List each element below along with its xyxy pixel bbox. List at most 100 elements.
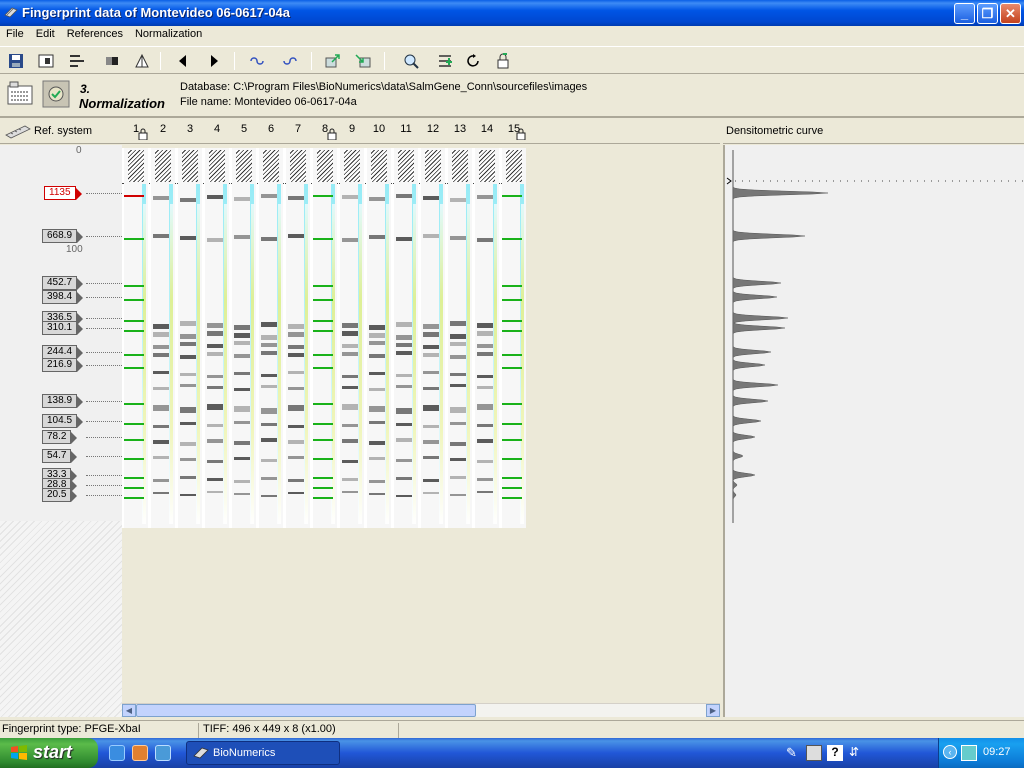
title-bar[interactable]: Fingerprint data of Montevideo 06-0617-0…: [0, 0, 1024, 26]
lane-number-6[interactable]: 6: [261, 123, 281, 135]
sample-band: [153, 332, 169, 337]
redo-link-icon[interactable]: [279, 51, 301, 71]
reference-band: [124, 285, 144, 287]
sample-band: [450, 407, 466, 413]
lane-number-2[interactable]: 2: [153, 123, 173, 135]
sample-band: [288, 332, 304, 337]
ref-marker-tag[interactable]: 668.9: [42, 229, 84, 243]
tray-options-icon[interactable]: ⇵: [849, 745, 865, 761]
gel-area: [122, 145, 720, 703]
menu-references[interactable]: References: [61, 26, 129, 40]
start-button[interactable]: start: [0, 738, 98, 768]
sample-band: [369, 480, 385, 483]
ref-marker-tag[interactable]: 1135: [44, 186, 81, 200]
gel-lane[interactable]: [448, 148, 472, 528]
scroll-right-icon[interactable]: ▶: [706, 704, 720, 717]
reference-lane-lock-icon: [138, 128, 148, 140]
show-desktop-icon[interactable]: [155, 745, 171, 761]
scrollbar-thumb[interactable]: [136, 704, 476, 717]
ref-marker-tag[interactable]: 216.9: [42, 358, 84, 372]
normalization-step-icon[interactable]: [42, 80, 70, 108]
minimize-button[interactable]: _: [954, 3, 975, 24]
tray-help-icon[interactable]: ?: [827, 745, 843, 761]
network-icon[interactable]: [961, 745, 977, 761]
reference-band: [502, 354, 522, 356]
previous-icon[interactable]: [172, 51, 194, 71]
sample-band: [261, 237, 277, 241]
sample-band: [261, 335, 277, 340]
gel-lane[interactable]: [205, 148, 229, 528]
ref-marker-tag[interactable]: 104.5: [42, 414, 84, 428]
sample-band: [207, 491, 223, 493]
gel-lane[interactable]: [502, 148, 526, 528]
save-icon[interactable]: [5, 51, 27, 71]
tray-pen-icon[interactable]: ✎: [786, 745, 802, 761]
zoom-icon[interactable]: [400, 51, 422, 71]
lane-number-3[interactable]: 3: [180, 123, 200, 135]
sample-band: [423, 405, 439, 411]
lane-number-13[interactable]: 13: [450, 123, 470, 135]
restore-button[interactable]: ❐: [977, 3, 998, 24]
ref-marker-tag[interactable]: 20.5: [42, 488, 79, 502]
sample-band: [207, 352, 223, 356]
gel-lane[interactable]: [340, 148, 364, 528]
horizontal-scrollbar[interactable]: ◀ ▶: [122, 703, 720, 717]
ref-marker-tag[interactable]: 310.1: [42, 321, 84, 335]
ref-marker-tag[interactable]: 452.7: [42, 276, 84, 290]
export-icon[interactable]: [322, 51, 344, 71]
ref-marker-tag[interactable]: 244.4: [42, 345, 84, 359]
taskbar: start BioNumerics ✎ ? ⇵ ‹ 09:27: [0, 738, 1024, 768]
ref-marker-tag[interactable]: 54.7: [42, 449, 79, 463]
layout-icon[interactable]: [35, 51, 57, 71]
gel-lane[interactable]: [151, 148, 175, 528]
gel-lane[interactable]: [124, 148, 148, 528]
taskbar-item-bionumerics[interactable]: BioNumerics: [186, 741, 340, 765]
add-lanes-icon[interactable]: [435, 51, 457, 71]
gel-lane[interactable]: [313, 148, 337, 528]
media-player-icon[interactable]: [132, 745, 148, 761]
gel-lane[interactable]: [178, 148, 202, 528]
menu-normalization[interactable]: Normalization: [129, 26, 208, 40]
undo-link-icon[interactable]: [246, 51, 268, 71]
lane-number-7[interactable]: 7: [288, 123, 308, 135]
gel-image[interactable]: [122, 148, 526, 528]
gel-lane[interactable]: [259, 148, 283, 528]
gel-lane[interactable]: [232, 148, 256, 528]
sample-band: [288, 387, 304, 390]
lock-icon[interactable]: [492, 51, 514, 71]
gel-lane[interactable]: [367, 148, 391, 528]
gel-lane[interactable]: [421, 148, 445, 528]
menu-edit[interactable]: Edit: [30, 26, 61, 40]
close-button[interactable]: ✕: [1000, 3, 1021, 24]
tray-keyboard-icon[interactable]: [806, 745, 822, 761]
sample-band: [396, 438, 412, 442]
lane-number-14[interactable]: 14: [477, 123, 497, 135]
import-icon[interactable]: [352, 51, 374, 71]
internet-explorer-icon[interactable]: [109, 745, 125, 761]
lane-number-11[interactable]: 11: [396, 123, 416, 135]
gel-lane[interactable]: [475, 148, 499, 528]
lane-yellow-marker: [278, 204, 281, 524]
align-icon[interactable]: [66, 51, 88, 71]
menu-file[interactable]: File: [0, 26, 30, 40]
ref-marker-tag[interactable]: 138.9: [42, 394, 84, 408]
lane-number-12[interactable]: 12: [423, 123, 443, 135]
ref-marker-tag[interactable]: 78.2: [42, 430, 79, 444]
sample-band: [477, 195, 493, 199]
lane-number-5[interactable]: 5: [234, 123, 254, 135]
contrast-icon[interactable]: [101, 51, 123, 71]
scroll-left-icon[interactable]: ◀: [122, 704, 136, 717]
ref-marker-tag[interactable]: 398.4: [42, 290, 84, 304]
lane-yellow-marker: [440, 204, 443, 524]
gel-lane[interactable]: [286, 148, 310, 528]
ref-system-panel: 0 100 1135 668.9 452.7 398.4 336.5 310.1 244.4…: [0, 145, 122, 717]
next-icon[interactable]: [203, 51, 225, 71]
mirror-icon[interactable]: [131, 51, 153, 71]
lane-yellow-marker: [521, 204, 524, 524]
lane-number-9[interactable]: 9: [342, 123, 362, 135]
gel-lane[interactable]: [394, 148, 418, 528]
tray-collapse-icon[interactable]: ‹: [943, 745, 957, 759]
lane-number-10[interactable]: 10: [369, 123, 389, 135]
lane-number-4[interactable]: 4: [207, 123, 227, 135]
refresh-icon[interactable]: [463, 51, 485, 71]
